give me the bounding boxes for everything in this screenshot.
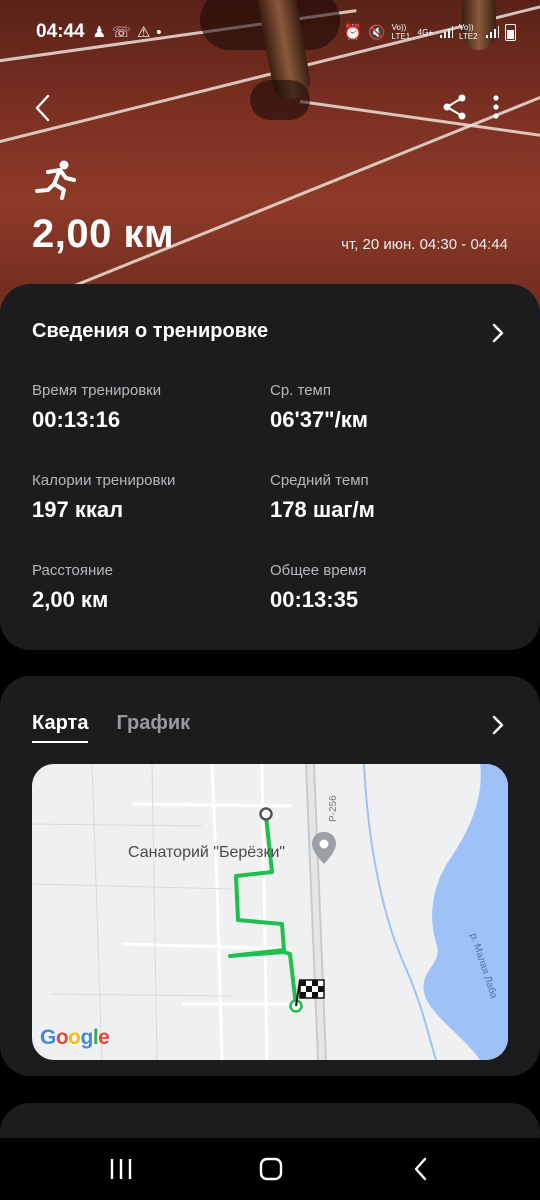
stat-value: 2,00 км: [32, 587, 109, 612]
more-options-icon[interactable]: [486, 92, 506, 122]
stat-label: Калории тренировки: [32, 472, 176, 489]
route-map[interactable]: Санаторий "Берёзки" Р-256 р. Малая Лаба …: [32, 764, 508, 1060]
mute-icon: 🔇: [368, 23, 386, 40]
stat-cadence: Средний темп 178 шаг/м: [270, 472, 375, 523]
whatsapp-icon: ☏: [112, 24, 131, 41]
map-card: Карта График Санаторий "Берёзки" Р-256 р…: [0, 676, 540, 1076]
stat-total-time: Общее время 00:13:35: [270, 562, 366, 613]
tab-map[interactable]: Карта: [32, 712, 89, 743]
battery-icon: [505, 23, 516, 41]
header-background: [0, 0, 540, 310]
running-shoe: [250, 80, 310, 120]
stat-value: 197 ккал: [32, 497, 124, 522]
stat-label: Общее время: [270, 562, 367, 579]
home-icon[interactable]: [256, 1156, 286, 1182]
status-right: ⏰ 🔇 Vo)) LTE1 4G+ Vo)) LTE2: [344, 23, 516, 41]
sim2-label: Vo)) LTE2: [459, 23, 478, 41]
map-place-label: Санаторий "Берёзки": [128, 844, 286, 861]
stat-value: 00:13:35: [270, 587, 359, 612]
stat-value: 06'37"/км: [270, 407, 369, 432]
stat-calories: Калории тренировки 197 ккал: [32, 472, 175, 523]
chevron-right-icon[interactable]: [490, 714, 506, 736]
google-logo: Google: [40, 1026, 110, 1049]
status-time: 04:44: [36, 21, 85, 42]
chevron-right-icon[interactable]: [490, 322, 506, 344]
workout-distance: 2,00 км: [32, 212, 175, 256]
map-road-label: Р-256: [328, 795, 339, 822]
stat-avg-pace: Ср. темп 06'37"/км: [270, 382, 368, 433]
stat-value: 00:13:16: [32, 407, 121, 432]
signal-icon: [486, 26, 499, 38]
person-icon: ♟: [92, 24, 107, 41]
back-icon[interactable]: [406, 1156, 436, 1182]
running-icon: [35, 160, 76, 200]
workout-summary-card[interactable]: Сведения о тренировке Время тренировки 0…: [0, 284, 540, 650]
network-label: 4G+: [417, 27, 433, 37]
stat-label: Расстояние: [32, 562, 114, 579]
stat-label: Ср. темп: [270, 382, 331, 399]
navigation-bar: [0, 1138, 540, 1200]
tab-chart[interactable]: График: [116, 712, 190, 743]
map-canvas: [32, 764, 508, 1060]
status-bar: 04:44 ♟ ☏ ⚠ • ⏰ 🔇 Vo)) LTE1 4G+ Vo)) LTE…: [36, 18, 516, 46]
signal-icon: [440, 26, 453, 38]
stat-workout-time: Время тренировки 00:13:16: [32, 382, 161, 433]
stat-value: 178 шаг/м: [270, 497, 375, 522]
dot-icon: •: [156, 23, 162, 41]
route-start-marker: [259, 807, 273, 821]
stat-label: Время тренировки: [32, 382, 162, 399]
map-tabs: Карта График: [32, 712, 190, 743]
stat-distance: Расстояние 2,00 км: [32, 562, 113, 613]
sim1-label: Vo)) LTE1: [391, 23, 411, 41]
warning-icon: ⚠: [136, 24, 151, 41]
workout-date-range: чт, 20 июн. 04:30 - 04:44: [341, 236, 508, 253]
stat-label: Средний темп: [270, 472, 369, 489]
summary-title: Сведения о тренировке: [32, 320, 269, 342]
alarm-icon: ⏰: [343, 24, 363, 41]
back-arrow-icon[interactable]: [28, 92, 60, 124]
recent-apps-icon[interactable]: [106, 1156, 136, 1182]
share-icon[interactable]: [440, 92, 470, 122]
